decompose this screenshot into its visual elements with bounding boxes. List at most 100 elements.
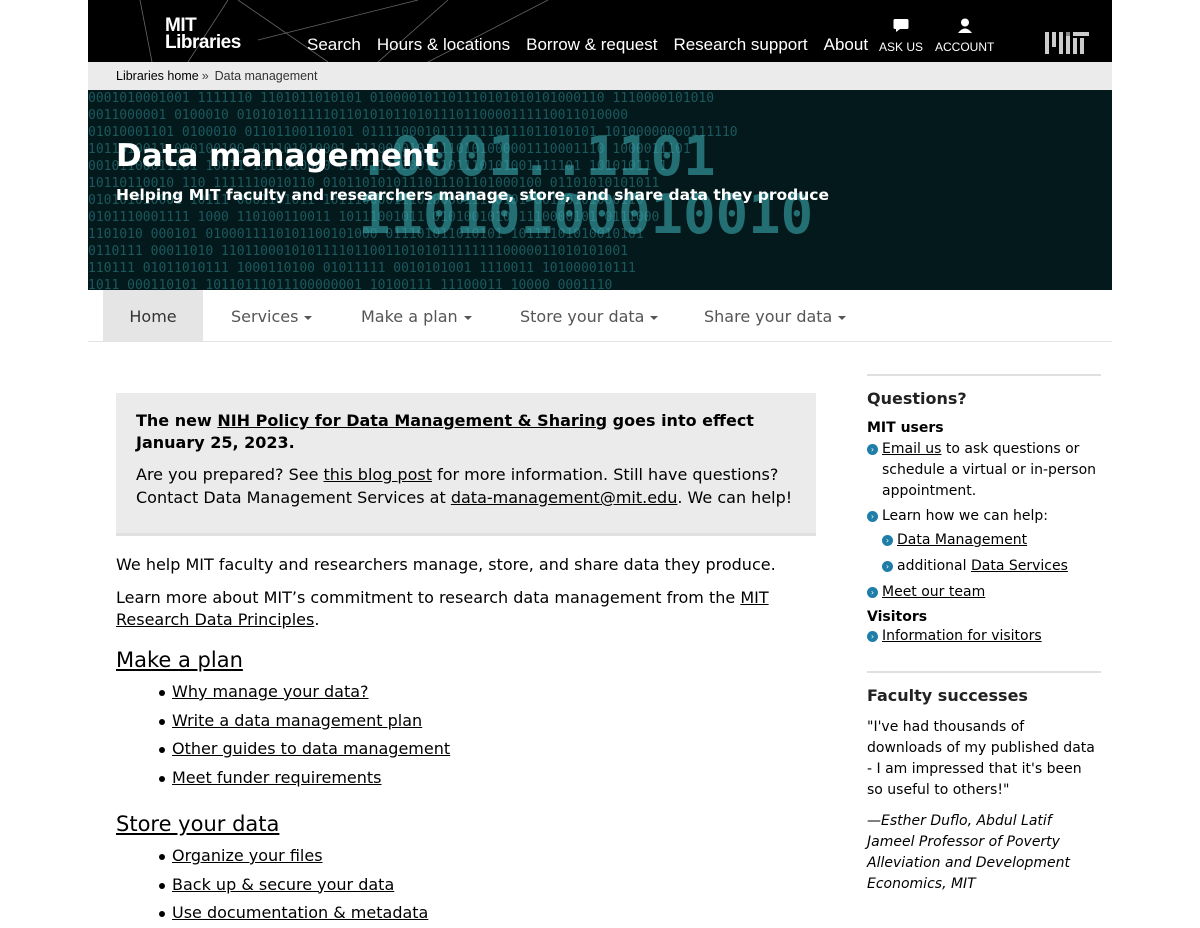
list-item: Why manage your data? [159,678,816,707]
mit-libraries-logo[interactable]: MIT Libraries [165,16,241,53]
caret-down-icon [463,315,472,320]
breadcrumb-home-link[interactable]: Libraries home [116,69,199,83]
make-a-plan-list: Why manage your data? Write a data manag… [159,678,816,793]
circle-arrow-icon: › [867,444,878,455]
nav-research-support[interactable]: Research support [673,35,807,55]
faculty-successes-heading: Faculty successes [867,686,1028,705]
list-item: › Meet our team [867,582,1101,603]
nav-search[interactable]: Search [307,35,361,55]
tab-share-your-data-label: Share your data [704,307,833,326]
list-item: Back up & secure your data [159,871,816,900]
hero-banner: 0001010001001 1111110 1101011010101 0100… [88,90,1112,290]
nih-policy-notice: The new NIH Policy for Data Management &… [116,393,816,536]
list-item: › Data Management [882,530,1101,551]
logo-line-2: Libraries [165,32,241,53]
tab-home[interactable]: Home [103,290,203,341]
make-a-plan-link[interactable]: Make a plan [116,648,243,672]
breadcrumb-current: Data management [214,69,318,83]
nav-about[interactable]: About [824,35,868,55]
write-dmp-link[interactable]: Write a data management plan [172,711,422,730]
notice-heading: The new NIH Policy for Data Management &… [136,410,796,454]
notice-body: Are you prepared? See this blog post for… [136,463,796,509]
circle-arrow-icon: › [867,587,878,598]
circle-arrow-icon: › [867,631,878,642]
faculty-quote: "I've had thousands of downloads of my p… [867,719,1095,798]
store-your-data-list: Organize your files Back up & secure you… [159,842,816,928]
why-manage-link[interactable]: Why manage your data? [172,682,369,701]
mit-logo-icon[interactable] [1045,32,1089,54]
account-label: ACCOUNT [935,40,995,54]
notice-body-pre: Are you prepared? See [136,465,324,484]
nav-borrow-request[interactable]: Borrow & request [526,35,657,55]
list-item: Use documentation & metadata [159,899,816,928]
ask-us-button[interactable]: ASK US [879,18,923,54]
caret-down-icon [304,315,313,320]
circle-arrow-icon: › [882,561,893,572]
circle-arrow-icon: › [867,511,878,522]
tab-store-your-data-label: Store your data [520,307,645,326]
section-heading-store-your-data: Store your data [116,812,816,836]
questions-heading: Questions? [867,389,967,408]
principles-post: . [314,610,320,629]
breadcrumb-separator: » [201,69,209,83]
section-heading-make-a-plan: Make a plan [116,648,816,672]
list-item: › Email us to ask questions or schedule … [867,439,1101,502]
learn-text: Learn how we can help: [882,508,1049,524]
page-subtitle: Helping MIT faculty and researchers mana… [116,186,829,204]
account-person-icon [957,18,972,33]
notice-head-pre: The new [136,411,218,430]
site-header: MIT Libraries Search Hours & locations B… [88,0,1112,62]
nih-policy-link[interactable]: NIH Policy for Data Management & Sharing [217,411,607,430]
back-up-link[interactable]: Back up & secure your data [172,875,394,894]
tab-share-your-data[interactable]: Share your data [704,290,847,341]
page-title: Data management [116,138,439,174]
other-guides-link[interactable]: Other guides to data management [172,739,450,758]
notice-body-post: . We can help! [677,488,793,507]
tab-home-label: Home [129,307,177,326]
list-item: Organize your files [159,842,816,871]
list-item: Other guides to data management [159,735,816,764]
sidebar-divider [867,374,1101,376]
intro-text: We help MIT faculty and researchers mana… [116,555,776,574]
additional-text: additional [897,558,971,574]
list-item: › additional Data Services [882,556,1101,577]
store-your-data-link[interactable]: Store your data [116,812,279,836]
blog-post-link[interactable]: this blog post [324,465,432,484]
nav-hours-locations[interactable]: Hours & locations [377,35,510,55]
tab-services[interactable]: Services [231,290,313,341]
main-content: The new NIH Policy for Data Management &… [116,393,816,928]
mit-users-heading: MIT users [867,420,944,436]
tab-make-a-plan-label: Make a plan [361,307,458,326]
page: MIT Libraries Search Hours & locations B… [88,0,1112,922]
list-item: › Learn how we can help: [867,506,1101,527]
main-nav: Search Hours & locations Borrow & reques… [307,35,884,55]
tab-services-label: Services [231,307,299,326]
visitors-info-link[interactable]: Information for visitors [882,628,1042,644]
sidebar-divider [867,671,1101,673]
organize-files-link[interactable]: Organize your files [172,846,323,865]
sidebar: Questions? MIT users › Email us to ask q… [867,374,1101,895]
breadcrumb: Libraries home» Data management [88,62,1112,90]
principles-text: Learn more about MIT’s commitment to res… [116,587,816,631]
caret-down-icon [838,315,847,320]
data-management-link[interactable]: Data Management [897,532,1027,548]
ask-us-label: ASK US [879,40,924,54]
funder-requirements-link[interactable]: Meet funder requirements [172,768,382,787]
chat-bubble-icon [893,19,909,32]
caret-down-icon [650,315,659,320]
tab-store-your-data[interactable]: Store your data [520,290,659,341]
account-button[interactable]: ACCOUNT [935,18,994,54]
list-item: Write a data management plan [159,707,816,736]
data-services-link[interactable]: Data Services [971,558,1068,574]
list-item: › Information for visitors [867,626,1101,647]
meet-team-link[interactable]: Meet our team [882,584,985,600]
tab-make-a-plan[interactable]: Make a plan [361,290,472,341]
email-link[interactable]: data-management@mit.edu [451,488,678,507]
quote-attribution: —Esther Duflo, Abdul Latif Jameel Profes… [867,813,1071,892]
principles-pre: Learn more about MIT’s commitment to res… [116,588,741,607]
section-nav: Home Services Make a plan Store your dat… [88,290,1112,342]
documentation-metadata-link[interactable]: Use documentation & metadata [172,903,428,922]
email-us-link[interactable]: Email us [882,441,941,457]
circle-arrow-icon: › [882,535,893,546]
list-item: Meet funder requirements [159,764,816,793]
